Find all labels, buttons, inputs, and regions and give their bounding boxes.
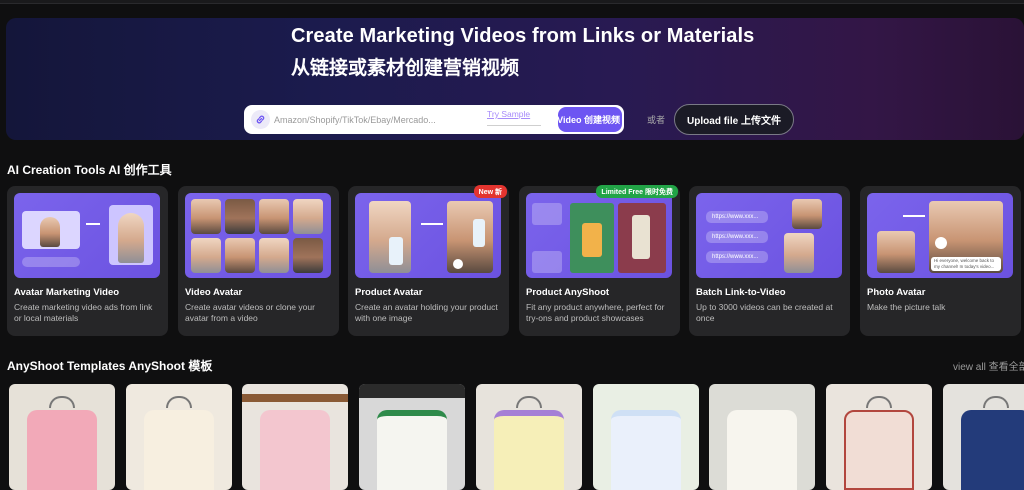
- try-sample-underline: [487, 125, 541, 126]
- garment: [961, 410, 1024, 490]
- hanger-icon: [983, 396, 1009, 408]
- url-row: https://www.xxx...: [706, 251, 768, 263]
- product-bottle: [389, 237, 403, 265]
- garment: [377, 410, 447, 490]
- tool-description: Fit any product anywhere, perfect for tr…: [526, 302, 665, 323]
- url-row: https://www.xxx...: [706, 211, 768, 223]
- wooden-rail: [242, 394, 348, 402]
- tool-card-avatar-marketing-video[interactable]: Avatar Marketing Video Create marketing …: [7, 186, 168, 336]
- upload-file-button[interactable]: Upload file 上传文件: [674, 104, 794, 135]
- tool-title: Product Avatar: [355, 287, 423, 298]
- view-all-link[interactable]: view all 查看全部: [953, 358, 1024, 373]
- url-row: https://www.xxx...: [706, 231, 768, 243]
- garment: [844, 410, 914, 490]
- play-icon: [935, 237, 947, 249]
- top-bar: [0, 0, 1024, 4]
- hanger-icon: [49, 396, 75, 408]
- tool-preview-image: [526, 193, 672, 278]
- garment: [260, 410, 330, 490]
- hanger-icon: [166, 396, 192, 408]
- template-thumbnail[interactable]: [593, 384, 699, 490]
- avatar-face: [293, 199, 323, 234]
- avatar-face: [118, 213, 144, 263]
- template-thumbnail[interactable]: [126, 384, 232, 490]
- ai-tools-section-title: AI Creation Tools AI 创作工具: [7, 163, 172, 177]
- avatar-face: [225, 199, 255, 234]
- avatar-face: [191, 238, 221, 273]
- product-url-box: Try Sample ate Video 创建视频: [244, 105, 624, 134]
- tool-preview-image: https://www.xxx... https://www.xxx... ht…: [696, 193, 842, 278]
- tool-title: Video Avatar: [185, 287, 243, 298]
- tool-title: Product AnyShoot: [526, 287, 610, 298]
- avatar-face: [259, 199, 289, 234]
- template-gallery: [9, 384, 1024, 490]
- tool-preview-image: [185, 193, 331, 278]
- hero-title-en: Create Marketing Videos from Links or Ma…: [291, 25, 755, 47]
- arrow-icon: [86, 223, 100, 225]
- tool-preview-image: [355, 193, 501, 278]
- ai-tools-row: Avatar Marketing Video Create marketing …: [7, 185, 1024, 336]
- thumbnail: [532, 251, 562, 273]
- tool-description: Create an avatar holding your product wi…: [355, 302, 498, 323]
- arrow-icon: [421, 223, 443, 225]
- template-thumbnail[interactable]: [709, 384, 815, 490]
- hanger-icon: [866, 396, 892, 408]
- template-thumbnail[interactable]: [359, 384, 465, 490]
- tool-description: Create avatar videos or clone your avata…: [185, 302, 315, 323]
- hanger-icon: [516, 396, 542, 408]
- tool-title: Avatar Marketing Video: [14, 287, 120, 298]
- template-thumbnail[interactable]: [943, 384, 1024, 490]
- product-jar: [632, 215, 650, 259]
- avatar-face: [40, 217, 60, 247]
- template-thumbnail[interactable]: [242, 384, 348, 490]
- tool-card-product-avatar[interactable]: Product Avatar Create an avatar holding …: [348, 185, 509, 336]
- avatar-face: [225, 238, 255, 273]
- tool-title: Photo Avatar: [867, 287, 926, 298]
- garment: [144, 410, 214, 490]
- avatar-face: [259, 238, 289, 273]
- arrow-icon: [903, 215, 925, 217]
- video-result: [109, 205, 153, 265]
- create-video-button[interactable]: ate Video 创建视频: [558, 107, 622, 132]
- wooden-rail: [359, 384, 465, 398]
- try-sample-link[interactable]: Try Sample: [487, 109, 530, 119]
- tool-description: Make the picture talk: [867, 302, 946, 312]
- template-thumbnail[interactable]: [476, 384, 582, 490]
- tool-description: Create marketing video ads from link or …: [14, 302, 153, 323]
- new-badge: New 新: [473, 185, 507, 198]
- limited-free-badge: Limited Free 限时免费: [596, 185, 678, 198]
- speech-bubble: Hi everyone, welcome back to my channel!…: [931, 257, 1001, 271]
- tool-description: Up to 3000 videos can be created at once: [696, 302, 833, 323]
- product-jar: [582, 223, 602, 257]
- avatar-face: [293, 238, 323, 273]
- avatar-face: [784, 233, 814, 273]
- product-bottle: [473, 219, 485, 247]
- play-icon: [453, 259, 463, 269]
- template-thumbnail[interactable]: [9, 384, 115, 490]
- garment: [494, 410, 564, 490]
- garment: [611, 410, 681, 490]
- preview-toolbar: [22, 257, 80, 267]
- preview-window: [22, 211, 80, 249]
- tool-card-video-avatar[interactable]: Video Avatar Create avatar videos or clo…: [178, 186, 339, 336]
- avatar-face: [792, 199, 822, 229]
- link-icon: [251, 110, 270, 129]
- tool-card-product-anyshoot[interactable]: Product AnyShoot Fit any product anywher…: [519, 185, 680, 336]
- tool-title: Batch Link-to-Video: [696, 287, 786, 298]
- hero-banner: Create Marketing Videos from Links or Ma…: [6, 18, 1024, 140]
- garment: [27, 410, 97, 490]
- hero-title-zh: 从链接或素材创建营销视频: [291, 58, 520, 79]
- avatar-face: [191, 199, 221, 234]
- garment: [727, 410, 797, 490]
- avatar-face: [877, 231, 915, 273]
- thumbnail: [532, 203, 562, 225]
- or-separator: 或者: [647, 115, 666, 125]
- tool-card-photo-avatar[interactable]: Hi everyone, welcome back to my channel!…: [860, 186, 1021, 336]
- template-thumbnail[interactable]: [826, 384, 932, 490]
- tool-preview-image: [14, 193, 160, 278]
- tool-card-batch-link-to-video[interactable]: https://www.xxx... https://www.xxx... ht…: [689, 186, 850, 336]
- tool-preview-image: Hi everyone, welcome back to my channel!…: [867, 193, 1013, 278]
- anyshoot-templates-section-title: AnyShoot Templates AnyShoot 模板: [7, 359, 213, 373]
- product-url-input[interactable]: [274, 111, 446, 128]
